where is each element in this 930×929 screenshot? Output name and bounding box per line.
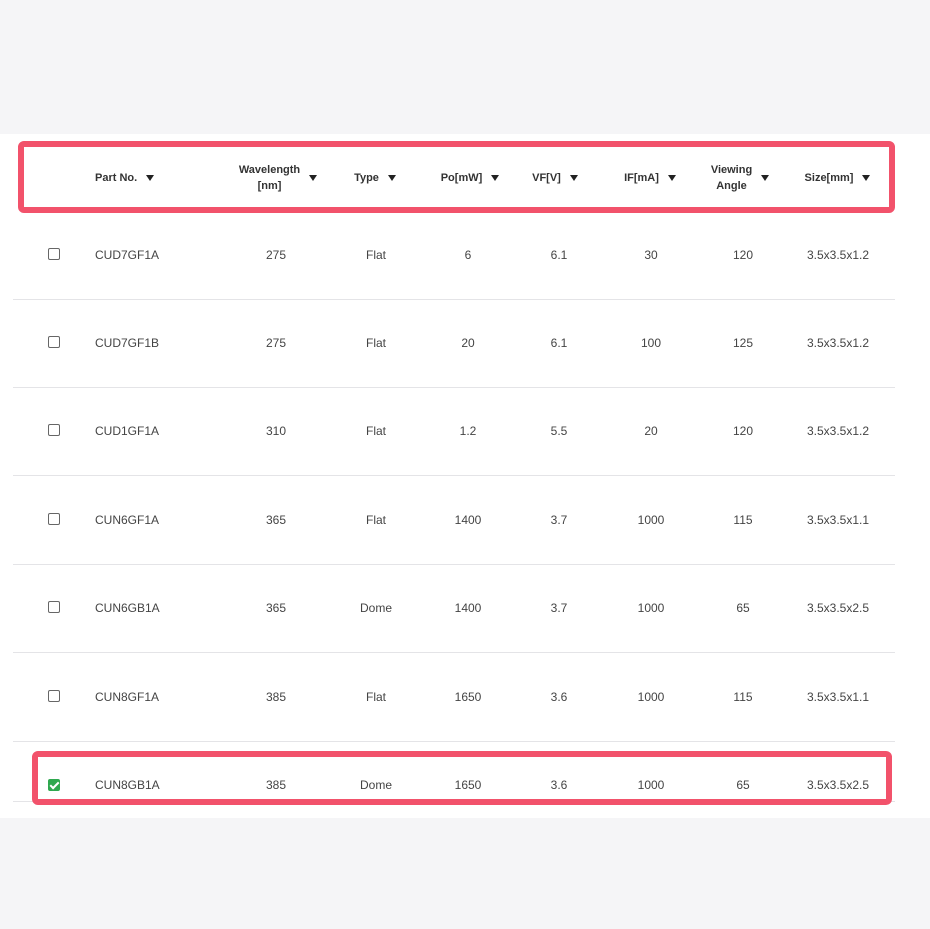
cell-type: Flat (365, 513, 386, 527)
cell-viewing-angle: 120 (732, 424, 754, 438)
cell-vf: 6.1 (550, 336, 568, 350)
sort-caret-icon (491, 175, 500, 181)
cell-po: 1.2 (459, 424, 477, 438)
cell-vf: 3.7 (550, 513, 568, 527)
cell-type: Dome (359, 778, 392, 792)
table-row[interactable]: CUD7GF1A 275 Flat 6 6.1 30 120 3.5x3.5x1… (13, 211, 895, 300)
product-table-panel: Part No. Wavelength [nm] Type Po[mW] VF[V… (0, 134, 930, 818)
sort-caret-icon (761, 175, 770, 181)
cell-wavelength: 310 (265, 424, 287, 438)
header-vf[interactable]: VF[V] (520, 134, 590, 222)
cell-size: 3.5x3.5x1.1 (806, 513, 870, 527)
cell-po: 1400 (454, 601, 482, 615)
cell-wavelength: 275 (265, 248, 287, 262)
cell-size: 3.5x3.5x1.2 (806, 248, 870, 262)
cell-if: 100 (640, 336, 662, 350)
cell-type: Dome (359, 601, 392, 615)
sort-caret-icon (146, 175, 155, 181)
cell-if: 1000 (637, 513, 665, 527)
cell-viewing-angle: 125 (732, 336, 754, 350)
cell-part-no: CUN6GF1A (95, 513, 160, 527)
header-size[interactable]: Size[mm] (795, 134, 880, 222)
row-checkbox[interactable] (48, 690, 60, 702)
table-row[interactable]: CUD7GF1B 275 Flat 20 6.1 100 125 3.5x3.5… (13, 299, 895, 388)
cell-viewing-angle: 120 (732, 248, 754, 262)
header-po[interactable]: Po[mW] (425, 134, 515, 222)
cell-type: Flat (365, 424, 386, 438)
row-checkbox[interactable] (48, 601, 60, 613)
row-checkbox-checked[interactable] (48, 779, 60, 791)
sort-caret-icon (387, 175, 396, 181)
cell-type: Flat (365, 248, 386, 262)
cell-part-no: CUN6GB1A (95, 601, 160, 615)
cell-size: 3.5x3.5x2.5 (806, 778, 870, 792)
cell-po: 1650 (454, 690, 482, 704)
cell-size: 3.5x3.5x2.5 (806, 601, 870, 615)
cell-wavelength: 385 (265, 690, 287, 704)
header-type[interactable]: Type (340, 134, 410, 222)
cell-vf: 5.5 (550, 424, 568, 438)
table-row[interactable]: CUN8GF1A 385 Flat 1650 3.6 1000 115 3.5x… (13, 653, 895, 742)
cell-vf: 3.7 (550, 601, 568, 615)
table-header: Part No. Wavelength [nm] Type Po[mW] VF[V… (0, 134, 930, 222)
row-checkbox[interactable] (48, 513, 60, 525)
cell-if: 1000 (637, 601, 665, 615)
cell-wavelength: 365 (265, 513, 287, 527)
cell-type: Flat (365, 336, 386, 350)
cell-po: 1650 (454, 778, 482, 792)
header-part-no[interactable]: Part No. (95, 134, 175, 222)
cell-wavelength: 275 (265, 336, 287, 350)
table-row[interactable]: CUN8GB1A 385 Dome 1650 3.6 1000 65 3.5x3… (13, 741, 895, 802)
cell-po: 6 (464, 248, 472, 262)
cell-viewing-angle: 115 (733, 690, 753, 704)
table-row[interactable]: CUD1GF1A 310 Flat 1.2 5.5 20 120 3.5x3.5… (13, 387, 895, 476)
row-checkbox[interactable] (48, 248, 60, 260)
header-viewing-angle[interactable]: Viewing Angle (700, 134, 780, 222)
sort-caret-icon (569, 175, 578, 181)
cell-size: 3.5x3.5x1.1 (806, 690, 870, 704)
cell-vf: 3.6 (550, 778, 568, 792)
cell-part-no: CUD7GF1A (95, 248, 160, 262)
cell-wavelength: 365 (265, 601, 287, 615)
cell-if: 1000 (637, 778, 665, 792)
cell-wavelength: 385 (265, 778, 287, 792)
cell-viewing-angle: 65 (736, 778, 750, 792)
cell-size: 3.5x3.5x1.2 (806, 336, 870, 350)
sort-caret-icon (309, 175, 318, 181)
cell-type: Flat (365, 690, 386, 704)
cell-part-no: CUN8GB1A (95, 778, 160, 792)
cell-if: 30 (644, 248, 658, 262)
sort-caret-icon (667, 175, 676, 181)
sort-caret-icon (862, 175, 871, 181)
cell-if: 20 (644, 424, 658, 438)
table-row[interactable]: CUN6GF1A 365 Flat 1400 3.7 1000 115 3.5x… (13, 476, 895, 565)
cell-po: 1400 (454, 513, 482, 527)
header-wavelength[interactable]: Wavelength [nm] (233, 134, 323, 222)
row-checkbox[interactable] (48, 336, 60, 348)
row-checkbox[interactable] (48, 424, 60, 436)
header-if[interactable]: IF[mA] (610, 134, 690, 222)
cell-po: 20 (461, 336, 475, 350)
cell-part-no: CUD7GF1B (95, 336, 160, 350)
cell-if: 1000 (637, 690, 665, 704)
table-row[interactable]: CUN6GB1A 365 Dome 1400 3.7 1000 65 3.5x3… (13, 564, 895, 653)
cell-part-no: CUN8GF1A (95, 690, 160, 704)
cell-viewing-angle: 65 (736, 601, 750, 615)
cell-vf: 3.6 (550, 690, 568, 704)
cell-size: 3.5x3.5x1.2 (806, 424, 870, 438)
cell-vf: 6.1 (550, 248, 568, 262)
cell-part-no: CUD1GF1A (95, 424, 160, 438)
cell-viewing-angle: 115 (733, 513, 753, 527)
